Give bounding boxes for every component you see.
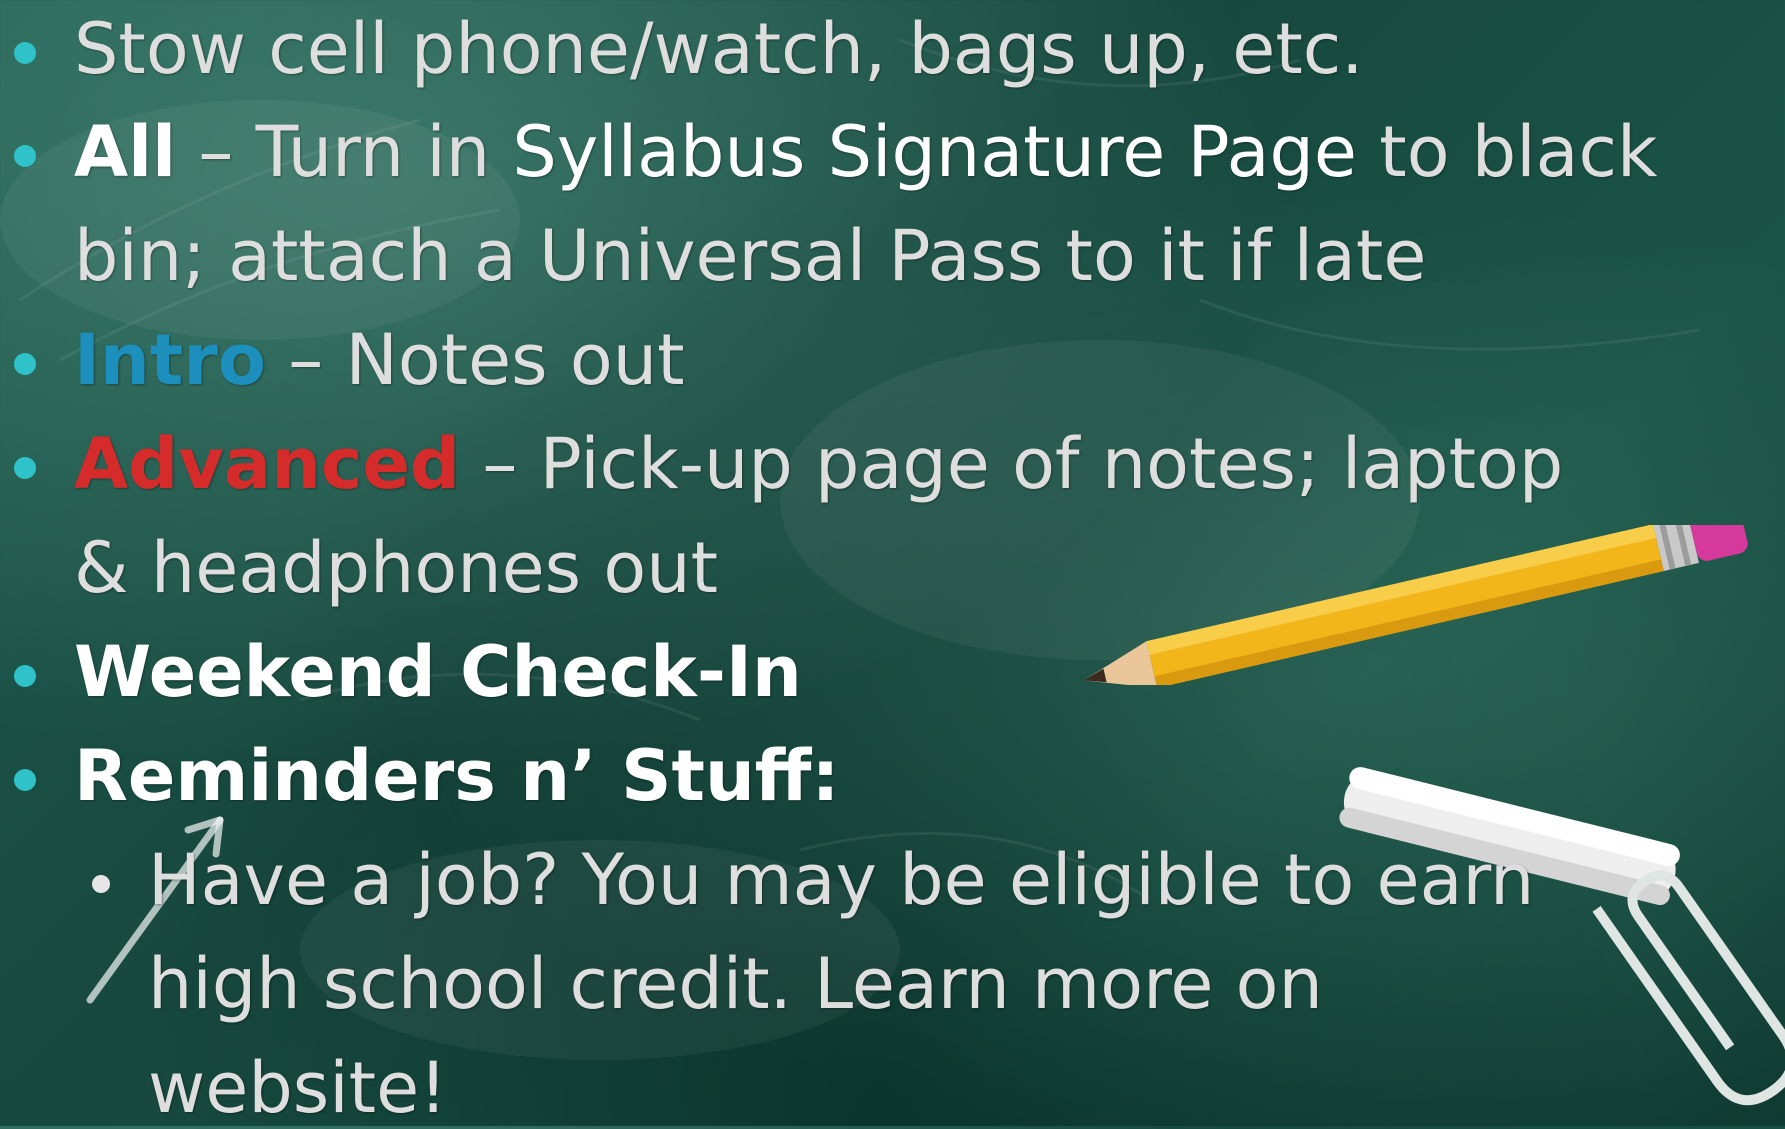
line-text: – Turn in (176, 111, 513, 193)
line-text: website! (148, 1047, 448, 1129)
line-text: – Pick-up page of notes; laptop (460, 423, 1564, 505)
slide-content: Stow cell phone/watch, bags up, etc. All… (0, 0, 1785, 1126)
line-job-reminder: Have a job? You may be eligible to earn (148, 845, 1534, 915)
bullet-icon (14, 457, 36, 479)
bullet-icon (14, 353, 36, 375)
line-advanced-continued: & headphones out (74, 533, 718, 603)
label-advanced: Advanced (74, 423, 461, 505)
line-intro: Intro – Notes out (74, 325, 685, 395)
line-stow-items: Stow cell phone/watch, bags up, etc. (74, 14, 1364, 84)
line-text: & headphones out (74, 527, 719, 609)
line-advanced: Advanced – Pick-up page of notes; laptop (74, 429, 1563, 499)
reminders-heading: Reminders n’ Stuff: (74, 735, 840, 817)
line-text: to black (1357, 111, 1658, 193)
label-all: All (74, 111, 177, 193)
bullet-icon (14, 769, 36, 791)
line-text: Stow cell phone/watch, bags up, etc. (74, 8, 1364, 90)
bullet-icon (14, 665, 36, 687)
line-reminders: Reminders n’ Stuff: (74, 741, 840, 811)
sub-bullet-icon (92, 875, 110, 893)
bullet-icon (14, 42, 36, 64)
label-intro: Intro (74, 319, 266, 401)
line-job-reminder-continued: high school credit. Learn more on (148, 949, 1323, 1019)
line-weekend-check-in: Weekend Check-In (74, 637, 802, 707)
syllabus-signature-page: Syllabus Signature Page (512, 111, 1357, 193)
bullet-icon (14, 145, 36, 167)
line-text: – Notes out (265, 319, 685, 401)
line-text: bin; attach a Universal Pass to it if la… (74, 215, 1427, 297)
line-all: All – Turn in Syllabus Signature Page to… (74, 117, 1658, 187)
line-job-reminder-website: website! (148, 1053, 447, 1123)
weekend-check-in: Weekend Check-In (74, 631, 802, 713)
line-text: Have a job? You may be eligible to earn (148, 839, 1535, 921)
line-text: high school credit. Learn more on (148, 943, 1323, 1025)
line-all-continued: bin; attach a Universal Pass to it if la… (74, 221, 1426, 291)
